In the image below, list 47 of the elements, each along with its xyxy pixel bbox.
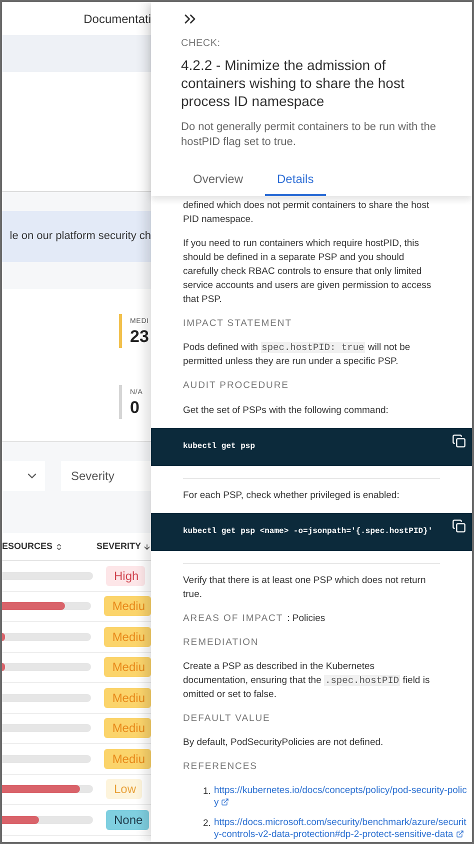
section-heading: REMEDIATION (182, 636, 260, 650)
paragraph: Get the set of PSPs with the following command: (182, 404, 390, 418)
severity-badge: Mediu (104, 688, 151, 708)
column-header[interactable]: SEVERITY (96, 540, 151, 554)
section-heading: AUDIT PROCEDURE (182, 379, 290, 394)
paragraph: Pods defined with spec.hostPID: true will not be permitted unless they are run under a specific PSP. (182, 341, 412, 370)
copy-icon[interactable] (452, 518, 466, 532)
tab[interactable]: Details (265, 170, 326, 196)
severity-badge: Mediu (104, 718, 151, 738)
stat-value: 0 (130, 398, 140, 416)
reference-link[interactable]: https://docs.microsoft.com/security/benchmark/azure/security-controls-v2-data-protection#dp-2-protect-sensitive-data (214, 816, 468, 840)
list-number: 1. (203, 784, 211, 798)
code-text: kubectl get psp (183, 440, 256, 452)
severity-badge: Low (106, 779, 142, 800)
list-number: 2. (203, 816, 211, 830)
section-heading: REFERENCES (182, 760, 258, 774)
external-link-icon (456, 830, 464, 838)
severity-badge: Mediu (104, 657, 151, 678)
paragraph: defined which does not permit containers to share the host PID namespace. (182, 199, 430, 227)
stat-value: 23 (130, 328, 150, 345)
check-label: CHECK: (181, 37, 222, 51)
tab[interactable]: Overview (181, 170, 256, 196)
paragraph: If you need to run containers which require hostPID, this should be defined in a separate PSP and you should carefully check RBAC controls to ensure that only limited service accounts and users are given permission to access that PSP. (182, 237, 432, 307)
sort-descending-icon (143, 542, 151, 550)
external-link-icon (221, 798, 230, 806)
sort-icon (54, 542, 63, 550)
reference-link[interactable]: https://kubernetes.io/docs/concepts/policy/pod-security-policy (214, 784, 468, 808)
severity-badge: Mediu (104, 626, 151, 647)
section-heading: IMPACT STATEMENT (182, 317, 293, 331)
section-heading: AREAS OF IMPACT (183, 612, 284, 626)
severity-badge: None (106, 810, 149, 830)
column-header[interactable]: ESOURCES (2, 540, 96, 554)
check-description: Do not generally permit containers to be run with the hostPID flag set to true. (181, 120, 437, 150)
code-text: kubectl get psp <name> -o=jsonpath='{.spec.hostPID}' (183, 526, 433, 538)
severity-badge: High (106, 566, 145, 586)
banner-text: le on our platform security ch (10, 229, 151, 244)
paragraph: By default, PodSecurityPolicies are not defined. (182, 736, 384, 750)
check-title: 4.2.2 - Minimize the admission of containers wishing to share the host process ID namespace (181, 56, 406, 110)
copy-icon[interactable] (452, 434, 466, 448)
severity-dropdown[interactable]: Severity (61, 461, 151, 491)
severity-badge: Mediu (104, 596, 151, 616)
paragraph: Create a PSP as described in the Kubernetes documentation, ensuring that the .spec.hostPID field is omitted or set to false. (182, 660, 431, 702)
field-value: : Policies (287, 612, 326, 626)
section-heading: DEFAULT VALUE (182, 712, 272, 726)
paragraph: For each PSP, check whether privileged is enabled: (182, 488, 400, 502)
paragraph: Verify that there is at least one PSP which does not return true. (182, 574, 427, 602)
severity-badge: Mediu (104, 748, 151, 769)
